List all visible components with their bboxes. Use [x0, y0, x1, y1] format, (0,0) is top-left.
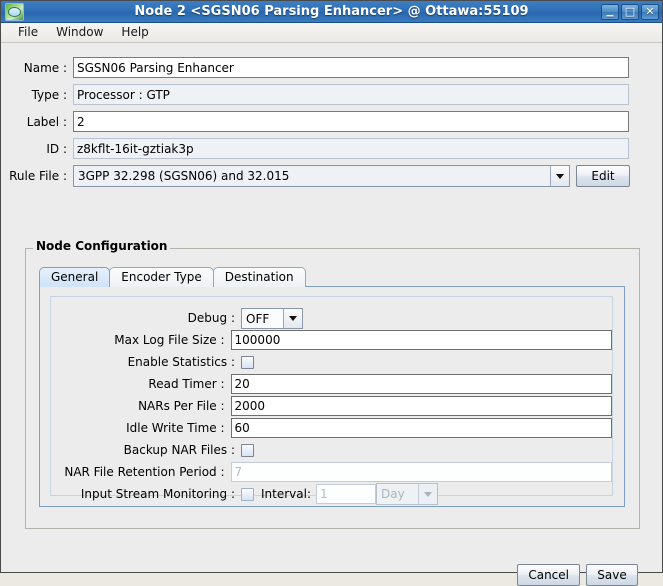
menu-item-window[interactable]: Window — [47, 23, 112, 42]
id-row: ID : — [1, 138, 663, 159]
id-label: ID : — [46, 141, 67, 156]
title-bar: Node 2 <SGSN06 Parsing Enhancer> @ Ottaw… — [1, 1, 662, 23]
debug-combobox[interactable]: OFF — [241, 307, 303, 329]
label-row: Label : — [1, 111, 663, 132]
close-button[interactable]: ✕ — [641, 3, 659, 20]
chevron-down-icon — [418, 484, 437, 504]
tab-encoder-type[interactable]: Encoder Type — [109, 267, 214, 287]
rule-file-value: 3GPP 32.298 (SGSN06) and 32.015 — [74, 166, 550, 186]
node-configuration-window: Node 2 <SGSN06 Parsing Enhancer> @ Ottaw… — [0, 0, 663, 586]
general-settings-panel: Debug : OFF Max Log File Size : Enable S… — [50, 296, 613, 505]
tab-strip: General Encoder Type Destination — [39, 266, 306, 287]
input-stream-monitoring-label: Input Stream Monitoring : — [80, 487, 235, 501]
backup-nar-files-row: Backup NAR Files : — [51, 439, 612, 461]
name-row: Name : — [1, 57, 663, 78]
enable-statistics-checkbox[interactable] — [241, 355, 254, 369]
tab-destination[interactable]: Destination — [212, 267, 306, 287]
rule-file-row: Rule File : 3GPP 32.298 (SGSN06) and 32.… — [1, 165, 663, 187]
input-stream-monitoring-row: Input Stream Monitoring : Interval: Day — [51, 483, 612, 505]
nars-per-file-input[interactable] — [230, 396, 612, 416]
menu-bar: File Window Help — [1, 23, 662, 43]
dialog-buttons: Cancel Save — [517, 564, 638, 586]
name-label: Name : — [23, 60, 67, 75]
rule-file-combobox[interactable]: 3GPP 32.298 (SGSN06) and 32.015 — [73, 165, 570, 187]
max-log-file-size-row: Max Log File Size : — [51, 329, 612, 351]
backup-nar-files-label: Backup NAR Files : — [123, 443, 235, 457]
enable-statistics-label: Enable Statistics : — [127, 355, 235, 369]
interval-label: Interval: — [261, 487, 311, 501]
input-stream-monitoring-checkbox[interactable] — [241, 487, 254, 501]
idle-write-time-input[interactable] — [230, 418, 612, 438]
maximize-icon: □ — [624, 4, 636, 18]
debug-value: OFF — [242, 308, 283, 328]
tab-panel-general: Debug : OFF Max Log File Size : Enable S… — [39, 286, 625, 507]
window-content: Name : Type : Label : ID : Rule File : 3… — [1, 43, 663, 586]
enable-statistics-row: Enable Statistics : — [51, 351, 612, 373]
max-log-file-size-input[interactable] — [230, 330, 612, 350]
id-value — [73, 138, 629, 159]
name-input[interactable] — [73, 57, 629, 78]
read-timer-row: Read Timer : — [51, 373, 612, 395]
nars-per-file-row: NARs Per File : — [51, 395, 612, 417]
chevron-down-icon[interactable] — [550, 166, 569, 186]
window-title: Node 2 <SGSN06 Parsing Enhancer> @ Ottaw… — [134, 3, 529, 19]
minimize-icon: _ — [606, 0, 614, 17]
label-input[interactable] — [73, 111, 629, 132]
backup-nar-files-checkbox[interactable] — [241, 443, 254, 457]
idle-write-time-label: Idle Write Time : — [126, 421, 225, 435]
close-icon: ✕ — [645, 4, 655, 18]
chevron-down-icon[interactable] — [283, 308, 302, 328]
edit-rule-file-button[interactable]: Edit — [576, 165, 630, 187]
max-log-file-size-label: Max Log File Size : — [114, 333, 225, 347]
node-configuration-title: Node Configuration — [33, 239, 171, 253]
node-app-icon — [5, 2, 24, 21]
nars-per-file-label: NARs Per File : — [138, 399, 225, 413]
minimize-button[interactable]: _ — [601, 0, 619, 20]
debug-label: Debug : — [187, 311, 235, 325]
type-label: Type : — [31, 87, 67, 102]
node-configuration-group: Node Configuration General Encoder Type … — [25, 239, 640, 529]
nar-file-retention-period-input — [230, 462, 612, 482]
nar-file-retention-period-row: NAR File Retention Period : — [51, 461, 612, 483]
window-controls: _ □ ✕ — [601, 0, 659, 20]
debug-row: Debug : OFF — [51, 307, 612, 329]
read-timer-label: Read Timer : — [148, 377, 225, 391]
save-button[interactable]: Save — [586, 564, 638, 586]
menu-item-file[interactable]: File — [9, 23, 47, 42]
node-properties-form: Name : Type : Label : ID : Rule File : 3… — [1, 57, 663, 193]
interval-unit-combobox: Day — [376, 483, 438, 505]
interval-input — [316, 484, 376, 504]
tab-general[interactable]: General — [39, 267, 111, 287]
nar-file-retention-period-label: NAR File Retention Period : — [64, 465, 225, 479]
label-label: Label : — [26, 114, 67, 129]
maximize-button[interactable]: □ — [621, 3, 639, 20]
rule-file-label: Rule File : — [9, 169, 67, 183]
cancel-button[interactable]: Cancel — [517, 564, 580, 586]
menu-item-help[interactable]: Help — [112, 23, 157, 42]
type-value — [73, 84, 629, 105]
read-timer-input[interactable] — [230, 374, 612, 394]
interval-unit-value: Day — [377, 484, 418, 504]
type-row: Type : — [1, 84, 663, 105]
idle-write-time-row: Idle Write Time : — [51, 417, 612, 439]
